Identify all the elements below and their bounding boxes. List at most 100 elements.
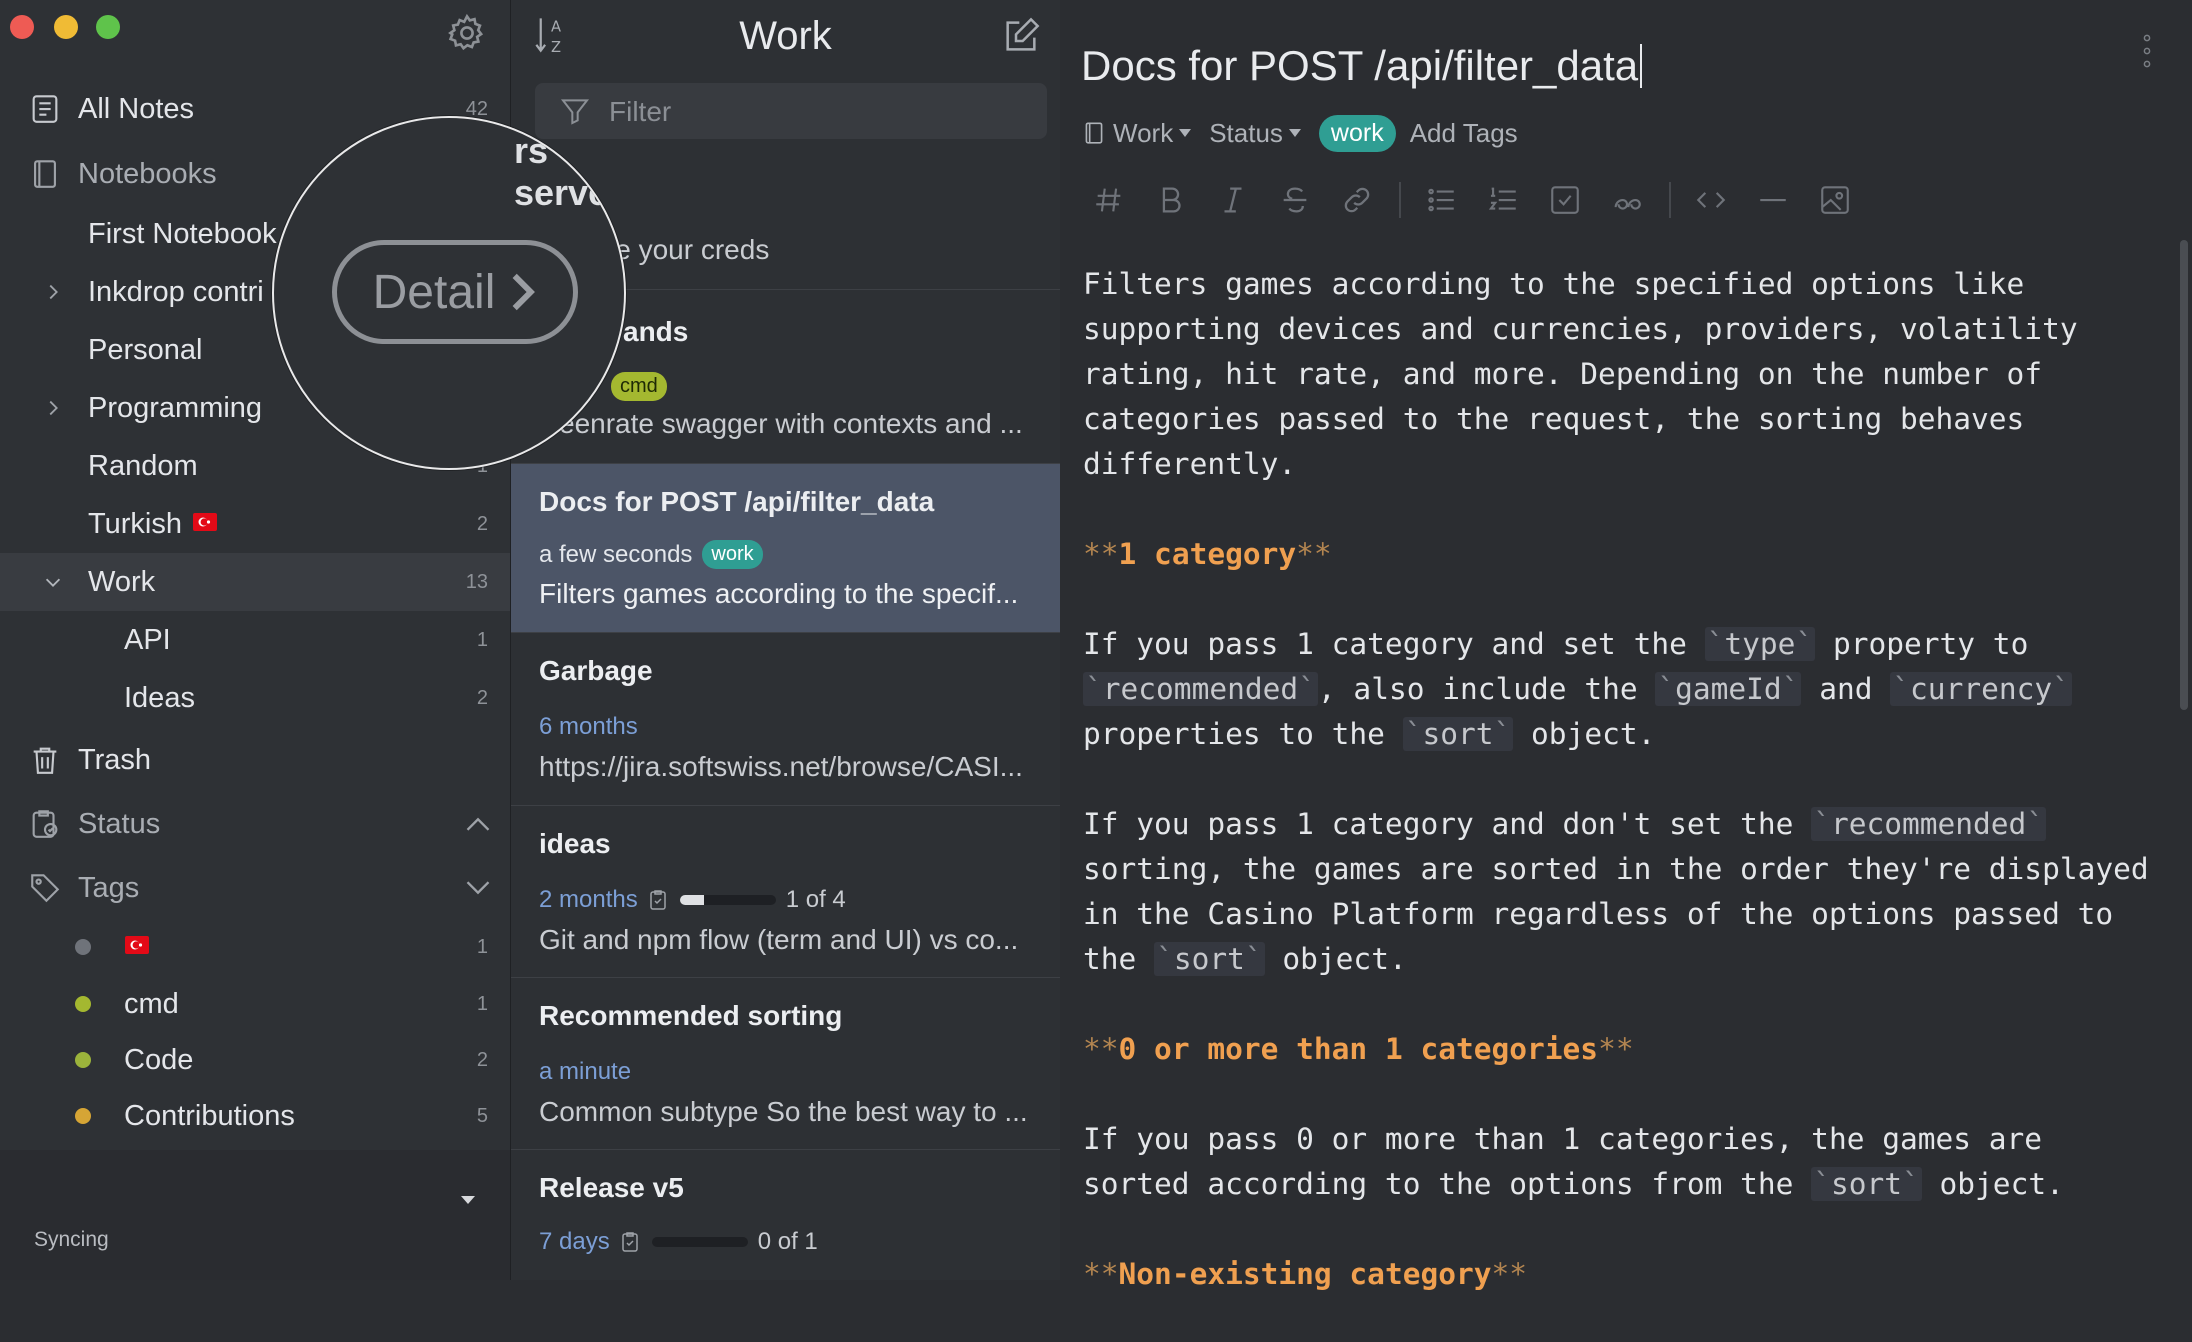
- sidebar-item-turkish[interactable]: Turkish 2: [0, 495, 510, 553]
- magnifier-overlay: rs server Detail: [272, 116, 626, 470]
- italic-button[interactable]: [1213, 180, 1253, 220]
- filter-input[interactable]: [607, 83, 1031, 141]
- notebook-selector[interactable]: Work: [1083, 118, 1192, 149]
- sidebar-item-ideas[interactable]: Ideas 2: [0, 669, 510, 727]
- sidebar-header-status[interactable]: Status: [0, 795, 510, 853]
- bullet-list-icon: [1428, 188, 1454, 212]
- status-selector[interactable]: Status: [1209, 118, 1301, 149]
- task-progress-text: 1 of 4: [785, 886, 846, 913]
- tag-icon: [31, 874, 60, 903]
- paragraph: If you pass 0 or more than 1 categories,…: [1083, 1122, 2064, 1201]
- tag-color-dot: [75, 939, 91, 955]
- trash-icon: [33, 747, 57, 774]
- note-tag: work: [702, 540, 763, 569]
- note-title: ands: [623, 316, 689, 347]
- sidebar-item-label: Turkish: [88, 507, 182, 540]
- heading-line: **0 or more than 1 categories**: [1083, 1032, 1634, 1066]
- editor-scrollbar[interactable]: [2180, 240, 2188, 710]
- chevron-down-icon[interactable]: [464, 877, 492, 899]
- sidebar-item-label: Trash: [78, 743, 152, 776]
- sidebar-item-label: cmd: [124, 987, 179, 1020]
- note-list-title: Work: [739, 14, 832, 58]
- tag-color-dot: [75, 1052, 91, 1068]
- turkey-flag-icon: [193, 513, 217, 531]
- detail-button[interactable]: Detail: [332, 240, 578, 344]
- note-updated-time: 2 months: [539, 886, 638, 913]
- status-icon: [32, 810, 58, 838]
- sidebar-item-count: 1: [476, 992, 488, 1015]
- note-list-item-selected[interactable]: Docs for POST /api/filter_data a few sec…: [511, 464, 1060, 633]
- gear-icon[interactable]: [446, 12, 488, 54]
- chevron-right-icon[interactable]: [42, 397, 64, 419]
- bullet-list-button[interactable]: [1421, 180, 1461, 220]
- chevron-right-icon[interactable]: [42, 281, 64, 303]
- horizontal-rule-icon: [1760, 198, 1786, 202]
- code-button[interactable]: [1691, 180, 1731, 220]
- markdown-editor[interactable]: Filters games according to the specified…: [1083, 262, 2173, 1342]
- sidebar-item-api[interactable]: API 1: [0, 611, 510, 669]
- sidebar-item-count: 1: [476, 935, 488, 958]
- sidebar-tag-cmd[interactable]: cmd 1: [0, 975, 510, 1033]
- quote-button[interactable]: [1607, 180, 1647, 220]
- sidebar-item-trash[interactable]: Trash: [0, 731, 510, 789]
- strikethrough-button[interactable]: [1275, 180, 1315, 220]
- task-progress-text: 0 of 1: [757, 1228, 818, 1255]
- editor-toolbar: [1089, 180, 1877, 220]
- sidebar-tag-code[interactable]: Code 2: [0, 1031, 510, 1089]
- note-list-item[interactable]: Release v5 7 days 0 of 1: [511, 1150, 1060, 1280]
- sidebar-item-count: 1: [476, 628, 488, 651]
- bold-button[interactable]: [1151, 180, 1191, 220]
- minimize-window-button[interactable]: [54, 15, 78, 39]
- sidebar-item-label: Programming: [88, 391, 263, 424]
- image-icon: [1821, 186, 1849, 214]
- filter-icon: [560, 99, 590, 125]
- sidebar-item-label: Code: [124, 1043, 194, 1076]
- close-window-button[interactable]: [10, 15, 34, 39]
- chevron-up-icon[interactable]: [464, 813, 492, 835]
- sync-panel: [0, 1150, 510, 1280]
- magnified-note-title: rs server: [514, 130, 623, 213]
- more-options-icon[interactable]: [2141, 30, 2153, 72]
- link-icon: [1344, 187, 1370, 213]
- sidebar-item-count: 2: [476, 512, 488, 535]
- sidebar-tag-flag[interactable]: 1: [0, 918, 510, 976]
- sidebar-tag-contributions[interactable]: Contributions 5: [0, 1087, 510, 1145]
- note-list-item[interactable]: ideas 2 months 1 of 4 Git and npm flow (…: [511, 806, 1060, 978]
- note-snippet: Git and npm flow (term and UI) vs co...: [539, 924, 1019, 955]
- horizontal-rule-button[interactable]: [1753, 180, 1793, 220]
- link-button[interactable]: [1337, 180, 1377, 220]
- note-tag-chip[interactable]: work: [1318, 114, 1396, 152]
- note-updated-time: 7 days: [539, 1228, 610, 1255]
- quote-icon: [1614, 198, 1641, 210]
- chevron-right-icon: [512, 273, 536, 311]
- note-snippet: https://jira.softswiss.net/browse/CASI..…: [539, 751, 1023, 782]
- italic-icon: [1224, 187, 1242, 213]
- caret-down-icon[interactable]: [459, 1194, 477, 1206]
- toolbar-divider: [1399, 182, 1401, 218]
- note-title: Garbage: [539, 655, 653, 686]
- numbered-list-button[interactable]: [1483, 180, 1523, 220]
- note-title: ideas: [539, 828, 611, 859]
- sidebar-item-label: All Notes: [78, 92, 195, 125]
- sidebar-item-label: API: [124, 623, 171, 656]
- notes-icon: [32, 95, 58, 123]
- heading-button[interactable]: [1089, 180, 1129, 220]
- caret-down-icon: [1179, 129, 1192, 137]
- note-list-item[interactable]: Recommended sorting a minute Common subt…: [511, 978, 1060, 1150]
- note-snippet: Common subtype So the best way to ...: [539, 1096, 1028, 1127]
- sidebar-item-work[interactable]: Work 13: [0, 553, 510, 611]
- task-list-button[interactable]: [1545, 180, 1585, 220]
- heading-line: **Non-existing category**: [1083, 1257, 1528, 1291]
- note-list-item[interactable]: Garbage 6 months https://jira.softswiss.…: [511, 633, 1060, 806]
- add-tags-input[interactable]: Add Tags: [1410, 118, 1518, 149]
- note-title-input[interactable]: Docs for POST /api/filter_data: [1081, 42, 1643, 90]
- sidebar-item-count: 2: [476, 686, 488, 709]
- zoom-window-button[interactable]: [96, 15, 120, 39]
- chevron-down-icon[interactable]: [42, 571, 64, 593]
- paragraph: If you pass 1 category and set the `type…: [1083, 627, 2072, 751]
- heading-line: **1 category**: [1083, 537, 1332, 571]
- note-tag: cmd: [611, 372, 667, 401]
- image-button[interactable]: [1815, 180, 1855, 220]
- compose-icon[interactable]: [1001, 16, 1041, 56]
- sidebar-header-tags[interactable]: Tags: [0, 859, 510, 917]
